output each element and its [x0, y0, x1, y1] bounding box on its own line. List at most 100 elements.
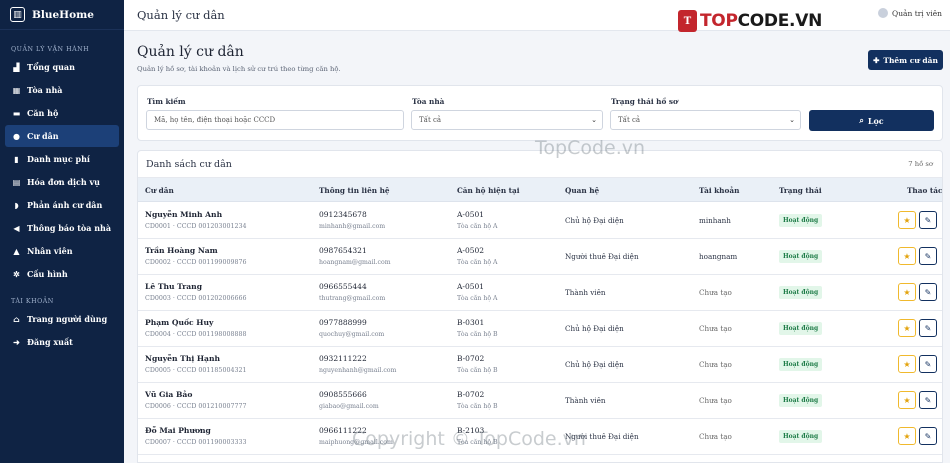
resident-name[interactable]: Nguyễn Minh Anh: [145, 210, 222, 219]
building-select[interactable]: Tất cả ⌄: [411, 110, 603, 130]
user-star-icon: ★: [903, 323, 911, 333]
sidebar-item-fees[interactable]: ▮ Danh mục phí: [5, 148, 119, 170]
edit-button[interactable]: ✎: [919, 427, 937, 445]
resident-id: CD0006 · CCCD 001210007777: [145, 403, 247, 410]
comments-icon: ◗: [14, 200, 19, 210]
building-name: Tòa căn hộ A: [457, 223, 498, 230]
sidebar-item-residents[interactable]: ● Cư dân: [5, 125, 119, 147]
resident-name[interactable]: Trần Hoàng Nam: [145, 246, 218, 255]
status-select[interactable]: Tất cả ⌄: [610, 110, 801, 130]
edit-button[interactable]: ✎: [919, 247, 937, 265]
manage-residency-button[interactable]: ★: [898, 427, 916, 445]
search-input[interactable]: Mã, họ tên, điện thoại hoặc CCCD: [146, 110, 404, 130]
resident-name[interactable]: Lê Thu Trang: [145, 282, 202, 291]
resident-email: giabao@gmail.com: [319, 403, 379, 410]
building-name: Tòa căn hộ B: [457, 331, 498, 338]
status-label: Trạng thái hồ sơ: [611, 97, 678, 106]
filter-button[interactable]: ⌕ Lọc: [809, 110, 934, 131]
chart-icon: ▟: [13, 62, 20, 72]
resident-id: CD0007 · CCCD 001190003333: [145, 439, 247, 446]
sidebar-item-logout[interactable]: ➜ Đăng xuất: [5, 331, 119, 353]
pencil-icon: ✎: [924, 215, 932, 225]
search-icon: ⌕: [859, 115, 864, 125]
apartment-code: A-0501: [457, 210, 485, 219]
account: Chưa tạo: [699, 396, 732, 405]
sidebar-item-settings[interactable]: ✲ Cấu hình: [5, 263, 119, 285]
resident-id: CD0005 · CCCD 001185004321: [145, 367, 247, 374]
building-icon: ▦: [12, 85, 21, 95]
user-star-icon: ★: [903, 431, 911, 441]
manage-residency-button[interactable]: ★: [898, 319, 916, 337]
manage-residency-button[interactable]: ★: [898, 391, 916, 409]
resident-name[interactable]: Vũ Gia Bảo: [145, 390, 192, 399]
logo-prefix: TOP: [700, 11, 738, 31]
sidebar-item-label: Cư dân: [27, 131, 59, 141]
logout-icon: ➜: [13, 337, 20, 347]
topcode-logo-icon: T: [678, 10, 697, 32]
sidebar-item-label: Cấu hình: [27, 269, 68, 279]
add-resident-label: Thêm cư dân: [883, 55, 938, 65]
pencil-icon: ✎: [924, 431, 932, 441]
filter-card: Tìm kiếm Mã, họ tên, điện thoại hoặc CCC…: [137, 85, 943, 141]
sidebar-section-ops: QUẢN LÝ VẬN HÀNH: [11, 46, 90, 53]
sidebar-item-label: Căn hộ: [27, 108, 59, 118]
file-icon: ▮: [14, 154, 19, 164]
manage-residency-button[interactable]: ★: [898, 247, 916, 265]
sidebar-item-label: Hóa đơn dịch vụ: [27, 177, 100, 187]
status-select-value: Tất cả: [618, 116, 641, 124]
search-label: Tìm kiếm: [147, 97, 186, 106]
col-actions: Thao tác: [907, 186, 943, 195]
table-row[interactable]: Nguyễn Minh Anh CD0001 · CCCD 00120300123…: [138, 203, 942, 239]
brand[interactable]: ▥ BlueHome: [0, 0, 124, 30]
edit-button[interactable]: ✎: [919, 211, 937, 229]
relation: Thành viên: [565, 288, 606, 297]
edit-button[interactable]: ✎: [919, 355, 937, 373]
chevron-down-icon: ⌄: [591, 116, 597, 124]
resident-name[interactable]: Phạm Quốc Huy: [145, 318, 213, 327]
sidebar-item-overview[interactable]: ▟ Tổng quan: [5, 56, 119, 78]
table-row[interactable]: Vũ Gia Bảo CD0006 · CCCD 001210007777 0908…: [138, 383, 942, 419]
edit-button[interactable]: ✎: [919, 391, 937, 409]
sidebar-item-announcements[interactable]: ◀ Thông báo tòa nhà: [5, 217, 119, 239]
table-row[interactable]: Nguyễn Thị Hạnh CD0005 · CCCD 00118500432…: [138, 347, 942, 383]
resident-email: hoangnam@gmail.com: [319, 259, 391, 266]
manage-residency-button[interactable]: ★: [898, 283, 916, 301]
manage-residency-button[interactable]: ★: [898, 211, 916, 229]
topcode-logo: T TOPCODE.VN: [678, 10, 822, 32]
pencil-icon: ✎: [924, 395, 932, 405]
table-row[interactable]: Phạm Quốc Huy CD0004 · CCCD 001198008888 0…: [138, 311, 942, 347]
sidebar-item-user-page[interactable]: ⌂ Trang người dùng: [5, 308, 119, 330]
resident-id: CD0001 · CCCD 001203001234: [145, 223, 247, 230]
sidebar-item-apartments[interactable]: ▬ Căn hộ: [5, 102, 119, 124]
resident-name[interactable]: Đỗ Mai Phương: [145, 426, 211, 435]
account: Chưa tạo: [699, 432, 732, 441]
relation: Chủ hộ Đại diện: [565, 360, 624, 369]
resident-id: CD0003 · CCCD 001202006666: [145, 295, 247, 302]
sidebar-item-staff[interactable]: ▲ Nhân viên: [5, 240, 119, 262]
table-row[interactable]: Trần Hoàng Nam CD0002 · CCCD 001199009876…: [138, 239, 942, 275]
sidebar-item-feedback[interactable]: ◗ Phản ánh cư dân: [5, 194, 119, 216]
users-icon: ●: [13, 131, 20, 141]
manage-residency-button[interactable]: ★: [898, 355, 916, 373]
sidebar-item-label: Phản ánh cư dân: [27, 200, 103, 210]
status-badge: Hoạt động: [779, 322, 823, 335]
col-status: Trạng thái: [779, 186, 822, 195]
user-menu[interactable]: Quản trị viên: [878, 8, 942, 18]
sidebar-item-label: Trang người dùng: [27, 314, 108, 324]
edit-button[interactable]: ✎: [919, 319, 937, 337]
building-name: Tòa căn hộ A: [457, 259, 498, 266]
sidebar-item-buildings[interactable]: ▦ Tòa nhà: [5, 79, 119, 101]
edit-button[interactable]: ✎: [919, 283, 937, 301]
resident-name[interactable]: Nguyễn Thị Hạnh: [145, 354, 220, 363]
resident-email: quochuy@gmail.com: [319, 331, 385, 338]
sidebar-item-invoices[interactable]: ▤ Hóa đơn dịch vụ: [5, 171, 119, 193]
record-count: 7 hồ sơ: [908, 160, 933, 168]
account: Chưa tạo: [699, 288, 732, 297]
user-tie-icon: ▲: [13, 246, 20, 256]
resident-phone: 0912345678: [319, 210, 367, 219]
table-row[interactable]: Lê Thu Trang CD0003 · CCCD 001202006666 09…: [138, 275, 942, 311]
sidebar-section-account: TÀI KHOẢN: [11, 298, 54, 305]
add-resident-button[interactable]: ✚ Thêm cư dân: [868, 50, 943, 70]
col-relation: Quan hệ: [565, 186, 600, 195]
resident-id: CD0004 · CCCD 001198008888: [145, 331, 247, 338]
